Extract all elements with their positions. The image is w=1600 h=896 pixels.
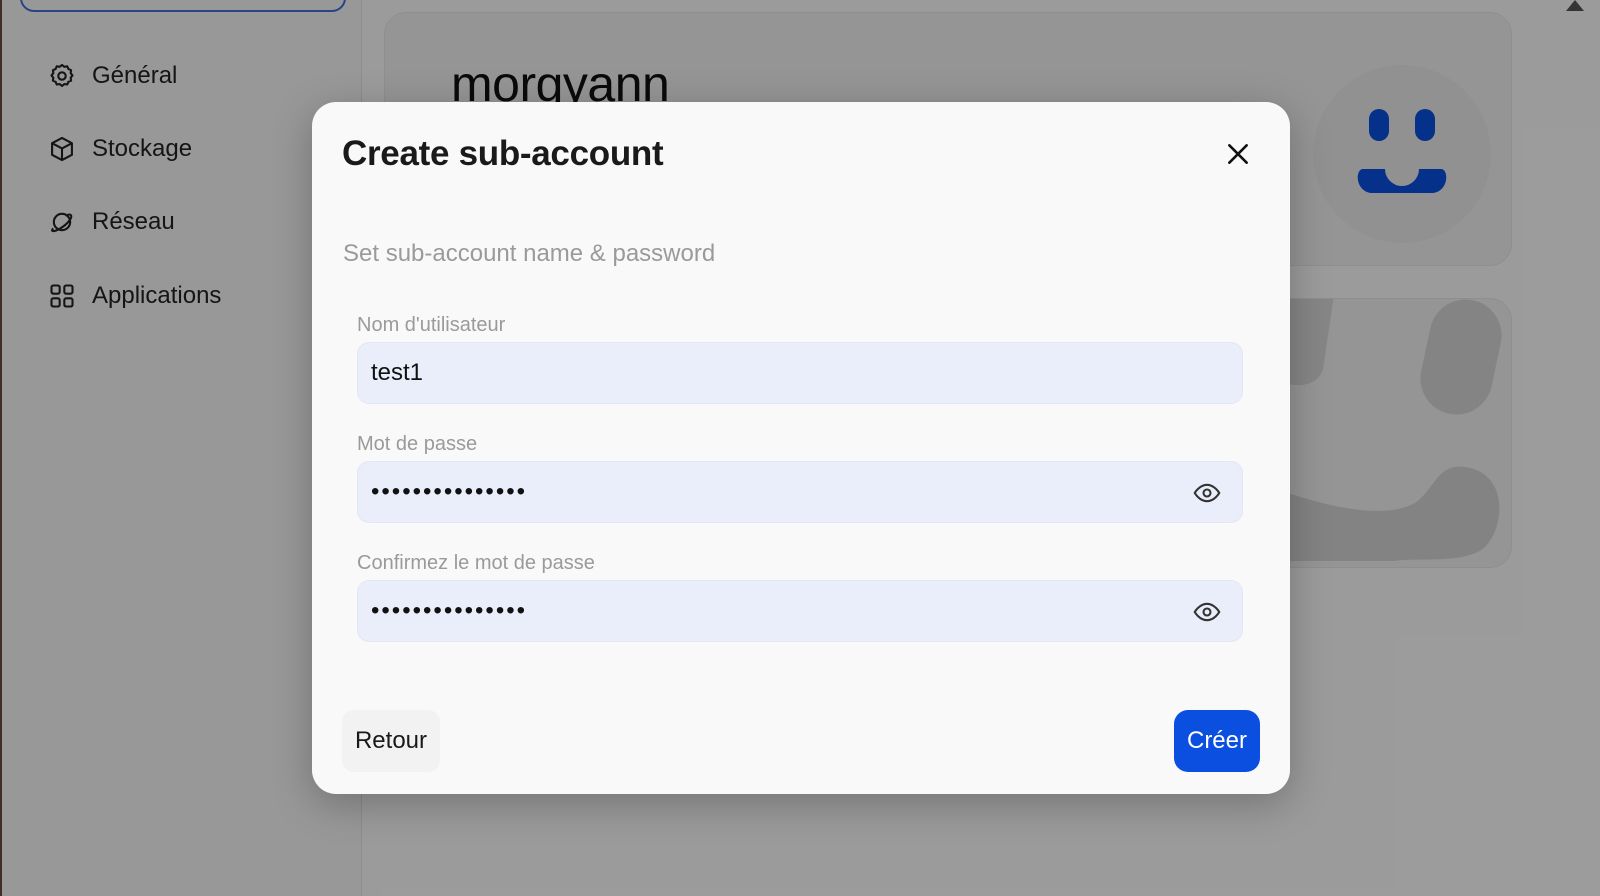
confirm-password-input[interactable]: [358, 581, 1242, 641]
eye-icon: [1193, 602, 1221, 622]
create-sub-account-dialog: Create sub-account Set sub-account name …: [312, 102, 1290, 794]
confirm-password-label: Confirmez le mot de passe: [357, 552, 595, 574]
toggle-confirm-password-visibility-button[interactable]: [1192, 597, 1222, 627]
dialog-title: Create sub-account: [342, 134, 664, 173]
dialog-subtitle: Set sub-account name & password: [343, 240, 716, 267]
username-input[interactable]: [358, 343, 1242, 403]
password-input[interactable]: [358, 462, 1242, 522]
toggle-password-visibility-button[interactable]: [1192, 478, 1222, 508]
password-label: Mot de passe: [357, 433, 478, 455]
eye-icon: [1193, 483, 1221, 503]
confirm-password-field-container: [357, 580, 1243, 642]
username-field-container: [357, 342, 1243, 404]
password-field-container: [357, 461, 1243, 523]
username-label: Nom d'utilisateur: [357, 314, 506, 336]
create-button[interactable]: Créer: [1174, 710, 1260, 772]
back-button[interactable]: Retour: [342, 710, 440, 772]
close-icon: [1228, 144, 1248, 164]
close-button[interactable]: [1220, 136, 1256, 172]
